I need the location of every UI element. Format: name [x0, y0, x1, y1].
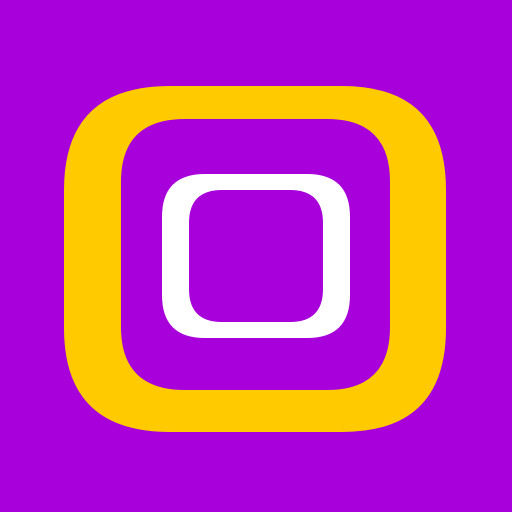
- nested-rounded-squares-icon: [0, 0, 512, 512]
- app-icon-canvas: [0, 0, 512, 512]
